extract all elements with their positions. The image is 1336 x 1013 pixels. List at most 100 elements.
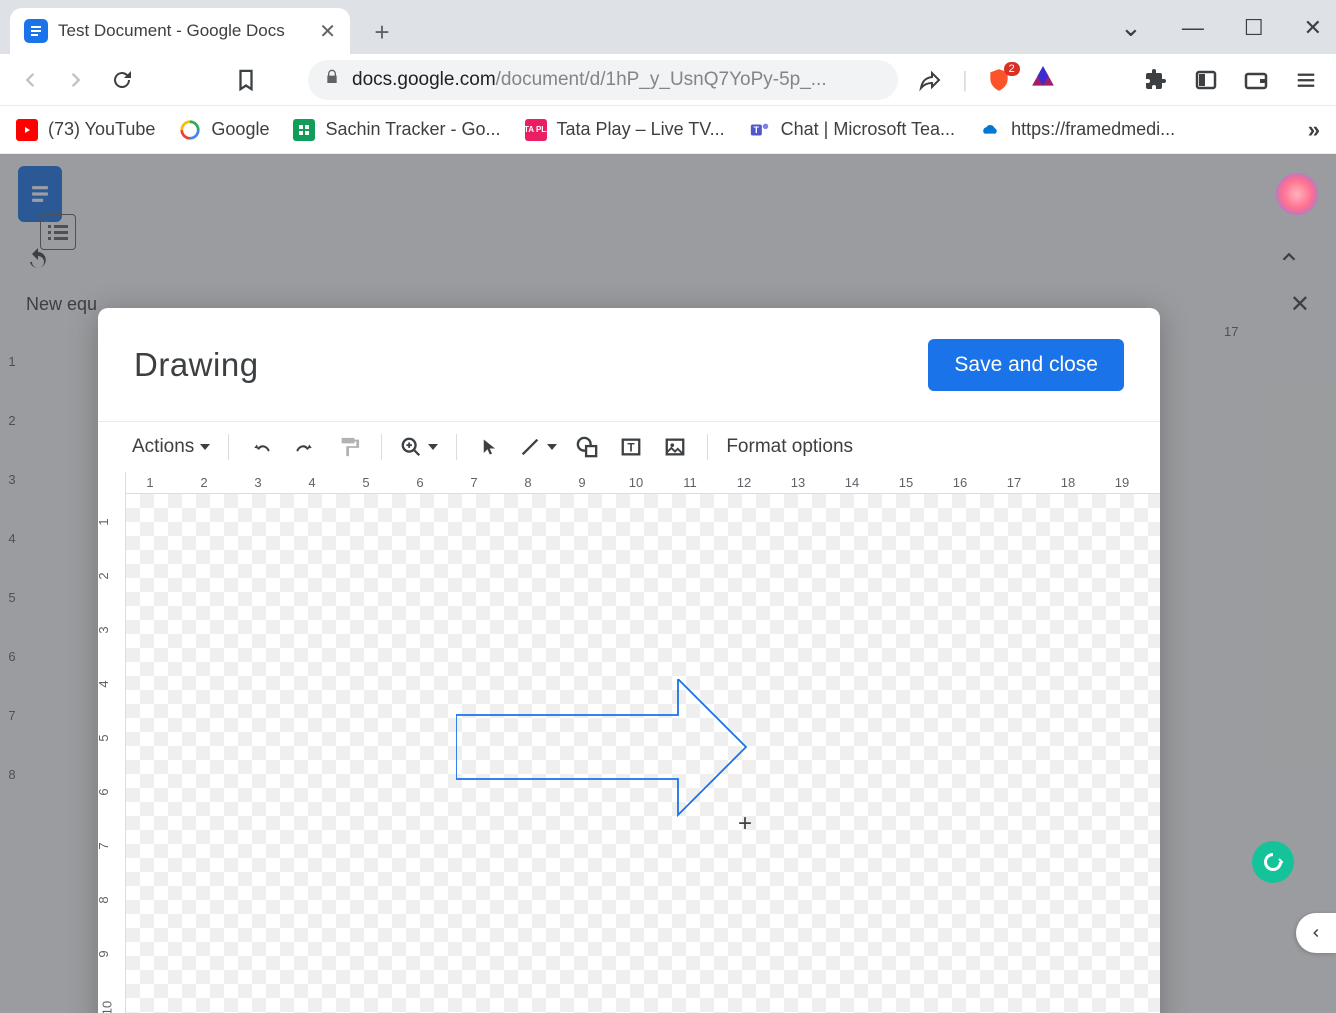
format-label: Format options [726,436,853,458]
drawing-canvas[interactable]: + [126,494,1160,1013]
onedrive-icon [979,119,1001,141]
forward-button[interactable] [62,66,90,94]
redo-button[interactable] [287,429,323,465]
arrow-shape[interactable] [456,679,756,819]
ruler-tick: 1 [98,518,111,525]
bookmark-label: (73) YouTube [48,119,155,140]
ruler-tick: 4 [98,680,111,687]
browser-tab-strip: Test Document - Google Docs ✕ + ⌄ — ☐ ✕ [0,0,1336,54]
crosshair-cursor: + [738,810,752,838]
close-window-icon[interactable]: ✕ [1304,15,1322,41]
url-text: docs.google.com/document/d/1hP_y_UsnQ7Yo… [352,69,827,91]
dialog-title: Drawing [134,346,259,384]
textbox-tool[interactable]: T [613,429,649,465]
window-controls: ⌄ — ☐ ✕ [1120,12,1322,43]
tab-title: Test Document - Google Docs [58,21,309,41]
ruler-tick: 17 [1007,475,1021,490]
bookmark-tata[interactable]: TATA PLAY Tata Play – Live TV... [525,119,725,141]
sidepanel-icon[interactable] [1192,66,1220,94]
ruler-tick: 7 [98,842,111,849]
address-bar: docs.google.com/document/d/1hP_y_UsnQ7Yo… [0,54,1336,106]
extensions-icon[interactable] [1142,66,1170,94]
browser-tab[interactable]: Test Document - Google Docs ✕ [10,8,350,54]
grammarly-button[interactable] [1252,841,1294,883]
docs-app: New equ ✕ 17 1 2 3 4 5 6 7 8 Drawing Sav… [0,154,1336,1013]
ruler-tick: 10 [629,475,643,490]
ruler-tick: 1 [146,475,153,490]
brave-shields-icon[interactable]: 2 [986,67,1012,93]
format-options-button[interactable]: Format options [722,429,857,465]
drawing-toolbar: Actions T Format options [98,422,1160,472]
ruler-tick: 9 [98,950,111,957]
maximize-icon[interactable]: ☐ [1244,15,1264,41]
select-tool[interactable] [471,429,507,465]
ruler-tick: 9 [578,475,585,490]
ruler-tick: 6 [98,788,111,795]
tataplay-icon: TATA PLAY [525,119,547,141]
bookmark-youtube[interactable]: (73) YouTube [16,119,155,141]
svg-text:T: T [628,441,636,455]
share-button[interactable] [916,66,944,94]
drawing-dialog: Drawing Save and close Actions T Format … [98,308,1160,1013]
lock-icon [324,68,340,92]
ruler-tick: 19 [1115,475,1129,490]
bookmark-tracker[interactable]: Sachin Tracker - Go... [293,119,500,141]
close-tab-icon[interactable]: ✕ [1290,290,1310,319]
ruler-tick: 11 [683,475,697,490]
undo-button[interactable] [243,429,279,465]
ruler-tick: 12 [737,475,751,490]
ruler-tick: 18 [1061,475,1075,490]
brave-rewards-icon[interactable] [1030,64,1056,95]
ruler-tick: 13 [791,475,805,490]
bookmark-label: Chat | Microsoft Tea... [781,119,955,140]
bookmark-google[interactable]: Google [179,119,269,141]
bookmark-label: Tata Play – Live TV... [557,119,725,140]
collapse-toolbar-icon[interactable] [1278,246,1310,273]
sheets-icon [293,119,315,141]
wallet-icon[interactable] [1242,66,1270,94]
line-tool[interactable] [515,429,561,465]
bookmark-onedrive[interactable]: https://framedmedi... [979,119,1175,141]
youtube-icon [16,119,38,141]
ruler-tick: 6 [416,475,423,490]
actions-menu[interactable]: Actions [128,429,214,465]
save-close-button[interactable]: Save and close [928,339,1124,391]
new-tab-button[interactable]: + [364,14,400,50]
tab-search-icon[interactable]: ⌄ [1120,12,1142,43]
reload-button[interactable] [108,66,136,94]
ruler-tick: 8 [98,896,111,903]
bookmarks-overflow[interactable]: » [1308,117,1320,143]
dialog-header: Drawing Save and close [98,308,1160,422]
minimize-icon[interactable]: — [1182,15,1204,41]
ruler-tick: 3 [254,475,261,490]
shape-tool[interactable] [569,429,605,465]
bookmark-button[interactable] [232,66,260,94]
teams-icon: T [749,119,771,141]
account-avatar[interactable] [1276,173,1318,215]
ruler-tick: 2 [200,475,207,490]
image-tool[interactable] [657,429,693,465]
bookmarks-bar: (73) YouTube Google Sachin Tracker - Go.… [0,106,1336,154]
ruler-tick: 3 [98,626,111,633]
ruler-tick: 4 [308,475,315,490]
bookmark-label: Google [211,119,269,140]
zoom-button[interactable] [396,429,442,465]
drawing-ruler-horizontal[interactable]: 12345678910111213141516171819 [126,472,1160,494]
ruler-tick: 8 [524,475,531,490]
bookmark-label: Sachin Tracker - Go... [325,119,500,140]
side-panel-expand[interactable] [1296,913,1336,953]
url-input[interactable]: docs.google.com/document/d/1hP_y_UsnQ7Yo… [308,60,898,100]
tab-close-icon[interactable]: ✕ [319,19,336,44]
back-button[interactable] [16,66,44,94]
paint-format-button[interactable] [331,429,367,465]
ruler-tick: 2 [98,572,111,579]
shields-badge: 2 [1004,62,1020,76]
menu-icon[interactable] [1292,66,1320,94]
docs-favicon [24,19,48,43]
ruler-tick: 15 [899,475,913,490]
ruler-tick: 16 [953,475,967,490]
bookmark-teams[interactable]: T Chat | Microsoft Tea... [749,119,955,141]
drawing-ruler-vertical[interactable]: 1234567891011 [98,472,126,1013]
ruler-tick: 14 [845,475,859,490]
google-icon [179,119,201,141]
